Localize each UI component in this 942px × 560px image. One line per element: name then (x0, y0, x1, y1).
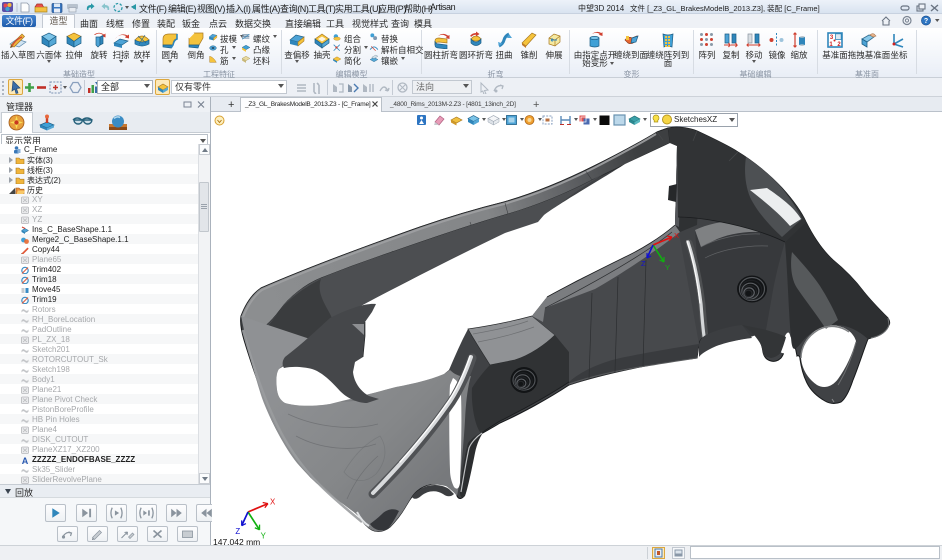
svg-text:147.042 mm: 147.042 mm (213, 537, 260, 545)
svg-text:X: X (674, 231, 679, 240)
svg-text:Z: Z (235, 527, 240, 536)
svg-text:X: X (270, 498, 276, 507)
svg-text:Y: Y (261, 531, 267, 540)
svg-text:?: ? (924, 18, 928, 25)
svg-text:Y: Y (665, 263, 670, 272)
svg-text:Z: Z (641, 259, 646, 268)
